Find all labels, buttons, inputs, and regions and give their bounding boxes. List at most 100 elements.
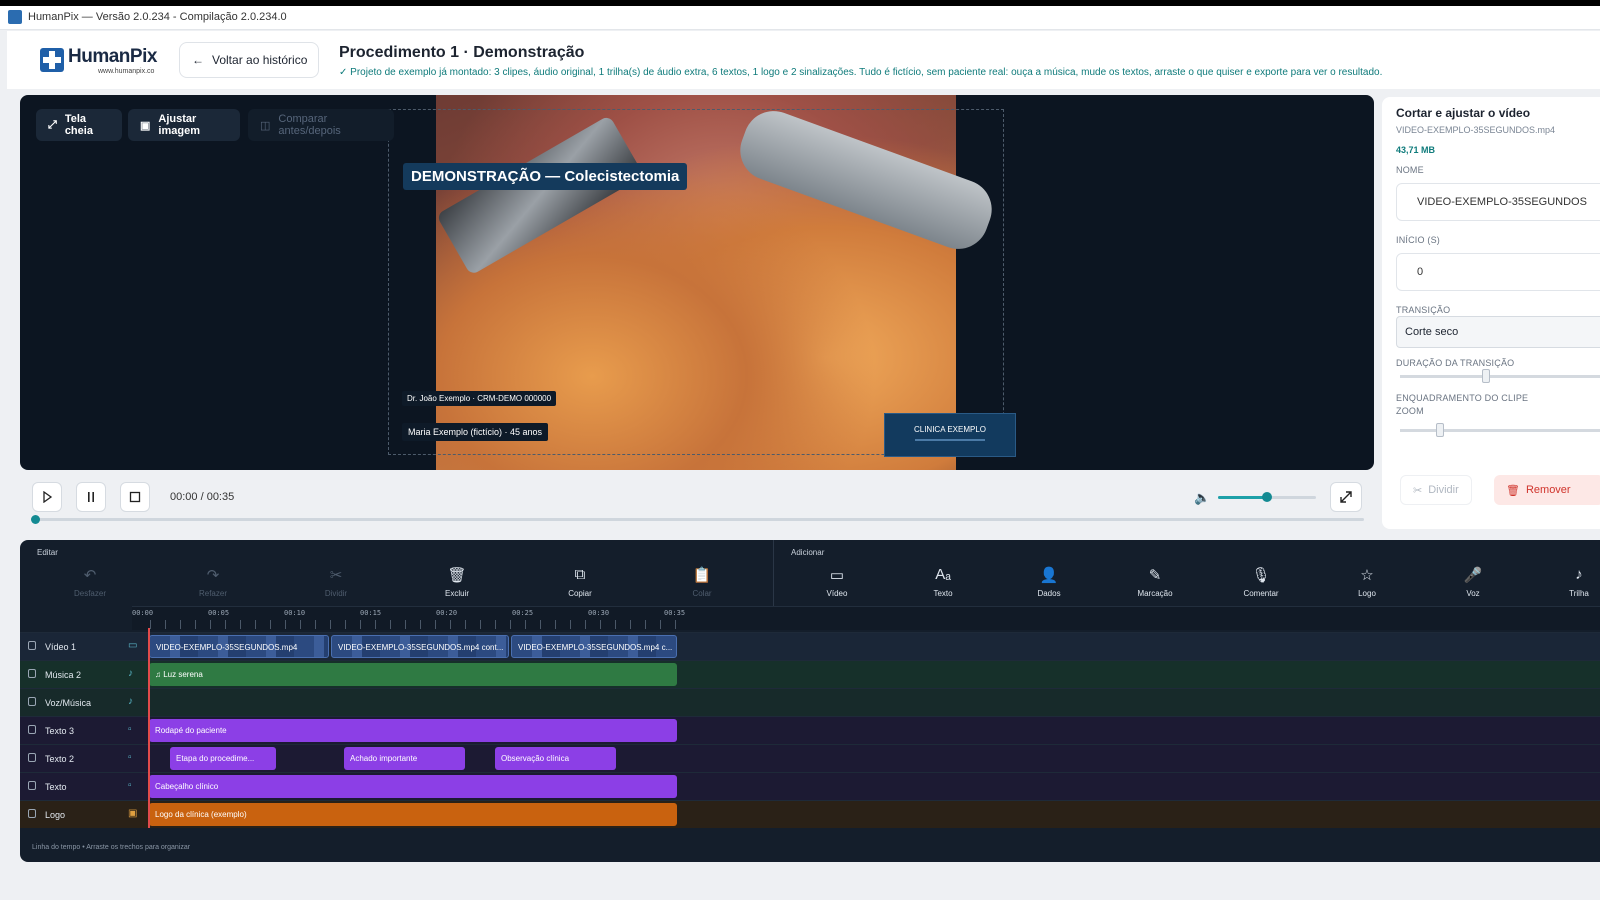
copy-button[interactable]: ⧉ Copiar: [550, 566, 610, 598]
redo-label: Refazer: [198, 589, 227, 598]
track-name: Música 2: [45, 670, 82, 680]
edit-section-label: Editar: [37, 548, 58, 557]
text-clip[interactable]: Cabeçalho clínico: [149, 775, 677, 798]
ruler-ticks: [150, 620, 680, 629]
lock-icon[interactable]: [28, 669, 36, 678]
track-logo: Logo ▣ Logo da clínica (exemplo): [20, 800, 1600, 828]
volume-fill: [1218, 496, 1267, 499]
video-clip[interactable]: VIDEO-EXEMPLO-35SEGUNDOS.mp4 cont...: [331, 635, 509, 658]
add-data-label: Dados: [1037, 589, 1061, 598]
video-camera-icon: ▭: [829, 567, 845, 584]
pause-button[interactable]: [76, 482, 106, 512]
ruler-label: 00:10: [284, 609, 306, 617]
add-data-button[interactable]: 👤 Dados: [1019, 566, 1079, 598]
play-button[interactable]: [32, 482, 62, 512]
track-text: Texto ▫ Cabeçalho clínico: [20, 772, 1600, 800]
playhead[interactable]: [148, 628, 150, 828]
add-marker-label: Marcação: [1137, 589, 1173, 598]
compare-before-after-button[interactable]: ◫ Comparar antes/depois: [248, 109, 394, 141]
delete-label: Excluir: [444, 589, 469, 598]
music-clip[interactable]: ♫ Luz serena: [149, 663, 677, 686]
adjust-image-button[interactable]: ▣ Ajustar imagem: [128, 109, 240, 141]
text-box-icon: ▫: [128, 780, 132, 791]
split-button[interactable]: ✂ Dividir: [306, 566, 366, 598]
back-to-history-button[interactable]: ← Voltar ao histórico: [179, 42, 319, 78]
fullscreen-label: Tela cheia: [64, 113, 93, 137]
compare-icon: ◫: [260, 119, 271, 132]
zoom-knob[interactable]: [1436, 423, 1444, 437]
logo-mark-icon: [40, 48, 64, 72]
overlay-title-text[interactable]: DEMONSTRAÇÃO — Colecistectomia: [403, 163, 688, 190]
volume-icon[interactable]: 🔈: [1194, 490, 1210, 506]
add-voice-label: Voz: [1466, 589, 1480, 598]
star-icon: ☆: [1360, 567, 1374, 584]
add-video-button[interactable]: ▭ Vídeo: [807, 566, 867, 598]
transition-duration-knob[interactable]: [1482, 369, 1490, 383]
add-logo-button[interactable]: ☆ Logo: [1337, 566, 1397, 598]
text-clip[interactable]: Etapa do procedime...: [170, 747, 276, 770]
stop-button[interactable]: [120, 482, 150, 512]
microphone-icon: 🎤: [1463, 567, 1483, 584]
logo-clip[interactable]: Logo da clínica (exemplo): [149, 803, 677, 826]
diagonal-expand-icon: [1340, 491, 1352, 503]
overlay-patient-text[interactable]: Maria Exemplo (fictício) · 45 anos: [402, 423, 549, 441]
seek-bar[interactable]: [31, 515, 1364, 524]
track-video-1: Vídeo 1 ▭ VIDEO-EXEMPLO-35SEGUNDOS.mp4 V…: [20, 632, 1600, 660]
expand-player-button[interactable]: [1330, 482, 1362, 512]
redo-button[interactable]: ↷ Refazer: [183, 566, 243, 598]
transition-select[interactable]: Corte seco: [1396, 316, 1600, 348]
expand-icon: ⤢: [48, 118, 57, 131]
seek-knob[interactable]: [31, 515, 40, 524]
video-clip[interactable]: VIDEO-EXEMPLO-35SEGUNDOS.mp4 c...: [511, 635, 677, 658]
ruler-label: 00:15: [360, 609, 382, 617]
volume-slider[interactable]: [1218, 492, 1316, 502]
panel-title: Cortar e ajustar o vídeo: [1396, 106, 1531, 120]
add-soundtrack-button[interactable]: ♪ Trilha: [1549, 566, 1600, 598]
remove-clip-button[interactable]: 🗑 Remover: [1494, 475, 1600, 505]
lock-icon[interactable]: [28, 725, 36, 734]
track-name: Texto 2: [45, 754, 75, 764]
zoom-slider[interactable]: [1400, 423, 1600, 437]
lock-icon[interactable]: [28, 781, 36, 790]
add-voice-button[interactable]: 🎤 Voz: [1443, 566, 1503, 598]
overlay-clinic-logo[interactable]: CLINICA EXEMPLO: [884, 413, 1016, 457]
window-title: HumanPix — Versão 2.0.234 - Compilação 2…: [28, 11, 287, 23]
ruler-label: 00:00: [132, 609, 154, 617]
undo-button[interactable]: ↶ Desfazer: [60, 566, 120, 598]
microphone-icon: 🎙: [1251, 567, 1271, 584]
split-clip-button[interactable]: ✂ Dividir: [1400, 475, 1472, 505]
track-name: Vídeo 1: [45, 642, 77, 652]
text-clip[interactable]: Observação clínica: [495, 747, 616, 770]
zoom-label: ZOOM: [1396, 406, 1424, 416]
add-text-button[interactable]: Aₐ Texto: [913, 566, 973, 598]
start-input[interactable]: 0: [1396, 253, 1600, 291]
video-clip[interactable]: VIDEO-EXEMPLO-35SEGUNDOS.mp4: [149, 635, 329, 658]
time-ruler[interactable]: 00:00 00:05 00:10 00:15 00:20 00:25 00:3…: [132, 606, 1600, 630]
delete-button[interactable]: 🗑 Excluir: [427, 566, 487, 598]
transition-duration-slider[interactable]: [1400, 369, 1600, 383]
person-icon: 👤: [1039, 567, 1059, 584]
lock-icon[interactable]: [28, 753, 36, 762]
add-marker-button[interactable]: ✎ Marcação: [1125, 566, 1185, 598]
volume-knob[interactable]: [1262, 492, 1272, 502]
lock-icon[interactable]: [28, 641, 36, 650]
lock-icon[interactable]: [28, 697, 36, 706]
play-icon: [43, 491, 53, 503]
image-icon: ▣: [140, 119, 151, 132]
text-clip[interactable]: Rodapé do paciente: [149, 719, 677, 742]
add-text-label: Texto: [933, 589, 953, 598]
overlay-doctor-text[interactable]: Dr. João Exemplo · CRM-DEMO 000000: [402, 391, 557, 406]
paste-button[interactable]: 📋 Colar: [672, 566, 732, 598]
track-name: Logo: [45, 810, 66, 820]
add-comment-label: Comentar: [1243, 589, 1279, 598]
music-note-icon: ♪: [1575, 566, 1583, 583]
add-comment-button[interactable]: 🎙 Comentar: [1231, 566, 1291, 598]
clip-name-input[interactable]: VIDEO-EXEMPLO-35SEGUNDOS: [1396, 183, 1600, 221]
adjust-image-label: Ajustar imagem: [158, 113, 200, 137]
text-clip[interactable]: Achado importante: [344, 747, 465, 770]
lock-icon[interactable]: [28, 809, 36, 818]
name-label: NOME: [1396, 165, 1424, 175]
app-header: HumanPix www.humanpix.co ← Voltar ao his…: [7, 31, 1600, 89]
fullscreen-button[interactable]: ⤢ Tela cheia: [36, 109, 122, 141]
video-preview[interactable]: ⤢ Tela cheia ▣ Ajustar imagem ◫ Comparar…: [20, 95, 1374, 470]
